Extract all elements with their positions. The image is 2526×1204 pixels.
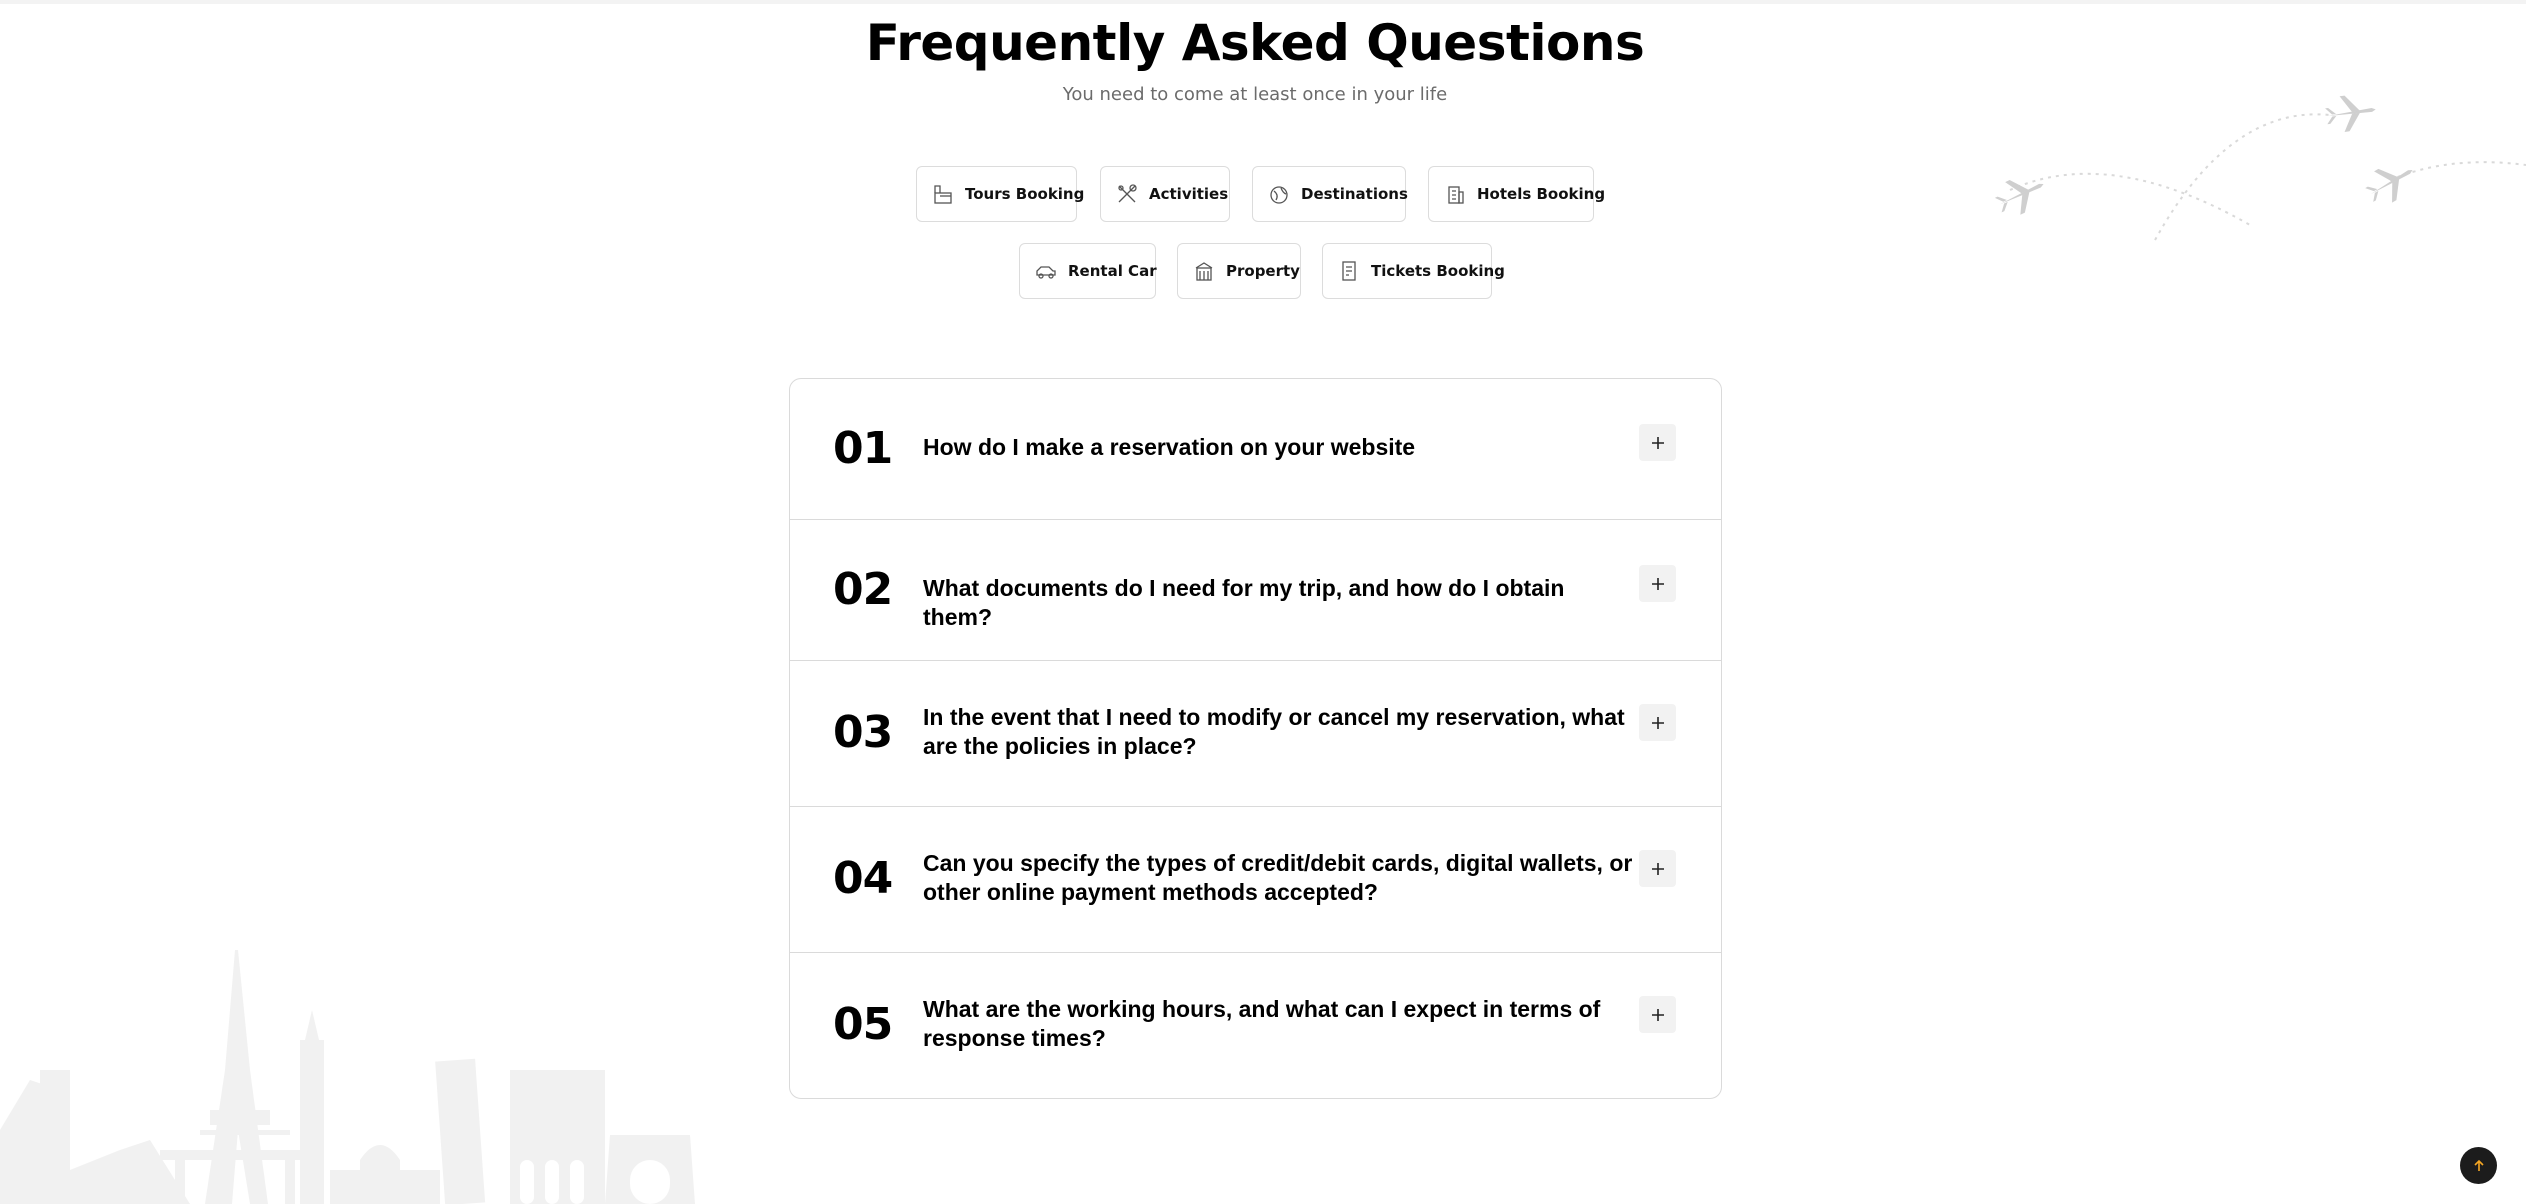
expand-button[interactable] — [1639, 996, 1676, 1033]
scroll-to-top-button[interactable] — [2460, 1147, 2497, 1184]
faq-number: 03 — [833, 707, 893, 758]
tab-rental-car[interactable]: Rental Car — [1019, 243, 1157, 299]
airplanes-decoration — [1994, 95, 2526, 241]
faq-item[interactable]: 02 What documents do I need for my trip,… — [790, 520, 1721, 661]
property-icon — [1192, 259, 1216, 283]
tours-booking-icon — [931, 182, 955, 206]
expand-button[interactable] — [1639, 565, 1676, 602]
city-skyline-decoration — [0, 950, 695, 1204]
page-title: Frequently Asked Questions — [865, 14, 1645, 72]
tab-tickets-booking[interactable]: Tickets Booking — [1322, 243, 1505, 299]
faq-question: Can you specify the types of credit/debi… — [923, 850, 1633, 905]
top-bar-shadow — [0, 0, 2526, 4]
expand-button[interactable] — [1639, 850, 1676, 887]
faq-number: 02 — [833, 564, 893, 615]
faq-question: In the event that I need to modify or ca… — [923, 704, 1625, 759]
activities-icon — [1115, 182, 1139, 206]
arrow-up-icon — [2473, 1159, 2484, 1171]
plus-icon — [1651, 716, 1664, 729]
airplane-icon — [2365, 168, 2413, 203]
page-subtitle: You need to come at least once in your l… — [1062, 84, 1448, 105]
faq-accordion: 01 How do I make a reservation on your w… — [789, 378, 1722, 1099]
faq-item[interactable]: 04 Can you specify the types of credit/d… — [790, 807, 1721, 953]
faq-question: How do I make a reservation on your webs… — [923, 434, 1416, 460]
expand-button[interactable] — [1639, 704, 1676, 741]
tab-tours-booking[interactable]: Tours Booking — [916, 166, 1084, 222]
plus-icon — [1651, 862, 1664, 875]
plus-icon — [1651, 436, 1664, 449]
faq-item[interactable]: 05 What are the working hours, and what … — [790, 953, 1721, 1098]
airplane-icon — [1994, 179, 2044, 215]
tab-destinations[interactable]: Destinations — [1252, 166, 1408, 222]
faq-question: What documents do I need for my trip, an… — [923, 575, 1565, 630]
faq-number: 01 — [833, 423, 893, 474]
hotels-booking-icon — [1443, 182, 1467, 206]
faq-question: What are the working hours, and what can… — [923, 996, 1601, 1051]
tab-property[interactable]: Property — [1177, 243, 1301, 299]
faq-item[interactable]: 03 In the event that I need to modify or… — [790, 661, 1721, 807]
tickets-booking-icon — [1337, 259, 1361, 283]
destinations-icon — [1267, 182, 1291, 206]
plus-icon — [1651, 1008, 1664, 1021]
tab-hotels-booking[interactable]: Hotels Booking — [1428, 166, 1605, 222]
tab-activities[interactable]: Activities — [1100, 166, 1230, 222]
faq-number: 05 — [833, 999, 893, 1050]
rental-car-icon — [1034, 259, 1058, 283]
faq-number: 04 — [833, 853, 893, 904]
plus-icon — [1651, 577, 1664, 590]
expand-button[interactable] — [1639, 424, 1676, 461]
faq-item[interactable]: 01 How do I make a reservation on your w… — [790, 379, 1721, 520]
